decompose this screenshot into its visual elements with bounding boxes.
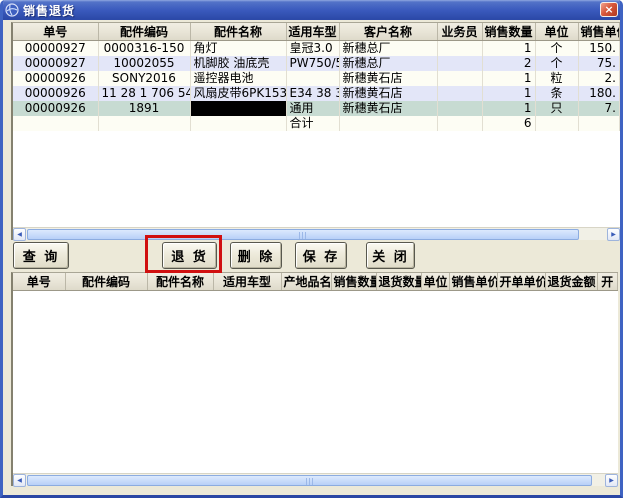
cell-unit[interactable]: 只 [535, 101, 578, 116]
col-header-customer-name[interactable]: 客户名称 [339, 23, 437, 41]
col-header-vehicle-model[interactable]: 适用车型 [213, 273, 281, 291]
cell-sales-price[interactable]: 2. [578, 71, 620, 86]
cell-unit[interactable]: 个 [535, 41, 578, 57]
selected-cell-part-name[interactable]: K田刹车灯泡 [190, 101, 286, 116]
cell-part-code[interactable]: SONY2016 [98, 71, 190, 86]
cell-part-name[interactable]: 遥控器电池 [190, 71, 286, 86]
return-detail-grid: 单号 配件编码 配件名称 适用车型 产地品名 销售数量 退货数量 单位 销售单价… [11, 272, 618, 486]
cell-vehicle-model[interactable]: PW750/550 [286, 56, 339, 71]
col-header-return-qty[interactable]: 退货数量 [376, 273, 421, 291]
cell-salesman[interactable] [437, 101, 482, 116]
cell-part-name[interactable]: 机脚胶 油底壳 [190, 56, 286, 71]
table-row[interactable]: 00000926 SONY2016 遥控器电池 新穗黄石店 1 粒 2. [13, 71, 620, 86]
cell-salesman[interactable] [437, 41, 482, 57]
save-button[interactable]: 保 存 [295, 242, 347, 269]
sales-return-window: 销售退货 × 单号 配件编码 配件名称 适用车型 客户名称 业务员 销售数量 单… [0, 0, 623, 498]
cell-salesman[interactable] [437, 71, 482, 86]
cell-vehicle-model[interactable]: 通用 [286, 101, 339, 116]
cell-customer-name[interactable]: 新穗黄石店 [339, 86, 437, 101]
cell-customer-name[interactable]: 新穗总厂 [339, 56, 437, 71]
close-window-button[interactable]: × [600, 2, 618, 17]
cell-unit[interactable]: 个 [535, 56, 578, 71]
col-header-truncated[interactable]: 开 [597, 273, 618, 291]
cell-sales-qty[interactable]: 1 [482, 86, 535, 101]
cell-unit[interactable]: 粒 [535, 71, 578, 86]
close-button[interactable]: 关 闭 [366, 242, 415, 269]
scroll-left-arrow-icon[interactable]: ◀ [13, 228, 26, 241]
col-header-part-name[interactable]: 配件名称 [147, 273, 213, 291]
cell-salesman[interactable] [437, 86, 482, 101]
cell-sales-qty[interactable]: 1 [482, 71, 535, 86]
col-header-salesman[interactable]: 业务员 [437, 23, 482, 41]
scroll-right-arrow-icon[interactable]: ▶ [605, 474, 618, 487]
lower-horizontal-scrollbar[interactable]: ◀ ▶ [13, 473, 618, 486]
scroll-left-arrow-icon[interactable]: ◀ [13, 474, 26, 487]
col-header-invoice-price[interactable]: 开单单价 [497, 273, 545, 291]
col-header-part-name[interactable]: 配件名称 [190, 23, 286, 41]
cell-order-no[interactable]: 00000927 [13, 41, 98, 57]
app-icon [5, 3, 19, 17]
table-row[interactable]: 00000927 0000316-150 角灯 皇冠3.0 新穗总厂 1 个 1… [13, 41, 620, 57]
cell-order-no[interactable]: 00000927 [13, 56, 98, 71]
cell-part-code[interactable]: 1891 [98, 101, 190, 116]
scrollbar-thumb[interactable] [27, 475, 592, 486]
cell-order-no[interactable]: 00000926 [13, 101, 98, 116]
query-button[interactable]: 查 询 [13, 242, 69, 269]
cell-part-code[interactable]: 10002055 [98, 56, 190, 71]
col-header-order-no[interactable]: 单号 [13, 273, 65, 291]
cell-sales-price[interactable]: 150. [578, 41, 620, 57]
return-button[interactable]: 退 货 [162, 242, 217, 269]
total-label: 合计 [286, 116, 339, 131]
col-header-sales-qty[interactable]: 销售数量 [482, 23, 535, 41]
cell-sales-qty[interactable]: 1 [482, 101, 535, 116]
col-header-unit[interactable]: 单位 [421, 273, 449, 291]
cell-sales-price[interactable]: 7. [578, 101, 620, 116]
total-qty: 6 [482, 116, 535, 131]
scrollbar-grip [299, 232, 308, 239]
cell-sales-price[interactable]: 75. [578, 56, 620, 71]
col-header-part-code[interactable]: 配件编码 [98, 23, 190, 41]
cell-customer-name[interactable]: 新穗黄石店 [339, 71, 437, 86]
delete-button[interactable]: 删 除 [230, 242, 282, 269]
total-row: 合计 6 [13, 116, 620, 131]
col-header-unit[interactable]: 单位 [535, 23, 578, 41]
col-header-sales-price[interactable]: 销售单价 [449, 273, 497, 291]
window-title: 销售退货 [23, 2, 75, 19]
cell-unit[interactable]: 条 [535, 86, 578, 101]
cell-part-name[interactable]: 角灯 [190, 41, 286, 57]
cell-sales-qty[interactable]: 2 [482, 56, 535, 71]
cell-salesman[interactable] [437, 56, 482, 71]
col-header-sales-qty[interactable]: 销售数量 [331, 273, 376, 291]
table-row[interactable]: 00000926 11 28 1 706 545 风扇皮带6PK1538 E34… [13, 86, 620, 101]
col-header-sales-price[interactable]: 销售单价 [578, 23, 620, 41]
col-header-return-amount[interactable]: 退货金额 [545, 273, 597, 291]
header-row: 单号 配件编码 配件名称 适用车型 客户名称 业务员 销售数量 单位 销售单价 [13, 23, 620, 41]
sales-records-grid: 单号 配件编码 配件名称 适用车型 客户名称 业务员 销售数量 单位 销售单价 … [11, 22, 620, 240]
cell-sales-price[interactable]: 180. [578, 86, 620, 101]
cell-customer-name[interactable]: 新穗总厂 [339, 41, 437, 57]
cell-part-code[interactable]: 11 28 1 706 545 [98, 86, 190, 101]
col-header-order-no[interactable]: 单号 [13, 23, 98, 41]
cell-part-code[interactable]: 0000316-150 [98, 41, 190, 57]
cell-order-no[interactable]: 00000926 [13, 71, 98, 86]
title-bar[interactable]: 销售退货 × [0, 0, 623, 20]
scrollbar-thumb[interactable] [27, 229, 579, 240]
scroll-right-arrow-icon[interactable]: ▶ [607, 228, 620, 241]
cell-customer-name[interactable]: 新穗黄石店 [339, 101, 437, 116]
cell-vehicle-model[interactable]: 皇冠3.0 [286, 41, 339, 57]
scrollbar-grip [306, 478, 315, 485]
cell-order-no[interactable]: 00000926 [13, 86, 98, 101]
col-header-origin-brand[interactable]: 产地品名 [281, 273, 331, 291]
upper-horizontal-scrollbar[interactable]: ◀ ▶ [13, 227, 620, 240]
cell-part-name[interactable]: 风扇皮带6PK1538 [190, 86, 286, 101]
cell-vehicle-model[interactable] [286, 71, 339, 86]
selected-table-row[interactable]: 00000926 1891 K田刹车灯泡 通用 新穗黄石店 1 只 7. [13, 101, 620, 116]
header-row: 单号 配件编码 配件名称 适用车型 产地品名 销售数量 退货数量 单位 销售单价… [13, 273, 618, 291]
table-row[interactable]: 00000927 10002055 机脚胶 油底壳 PW750/550 新穗总厂… [13, 56, 620, 71]
col-header-part-code[interactable]: 配件编码 [65, 273, 147, 291]
cell-sales-qty[interactable]: 1 [482, 41, 535, 57]
cell-vehicle-model[interactable]: E34 38 39 M3 [286, 86, 339, 101]
col-header-vehicle-model[interactable]: 适用车型 [286, 23, 339, 41]
